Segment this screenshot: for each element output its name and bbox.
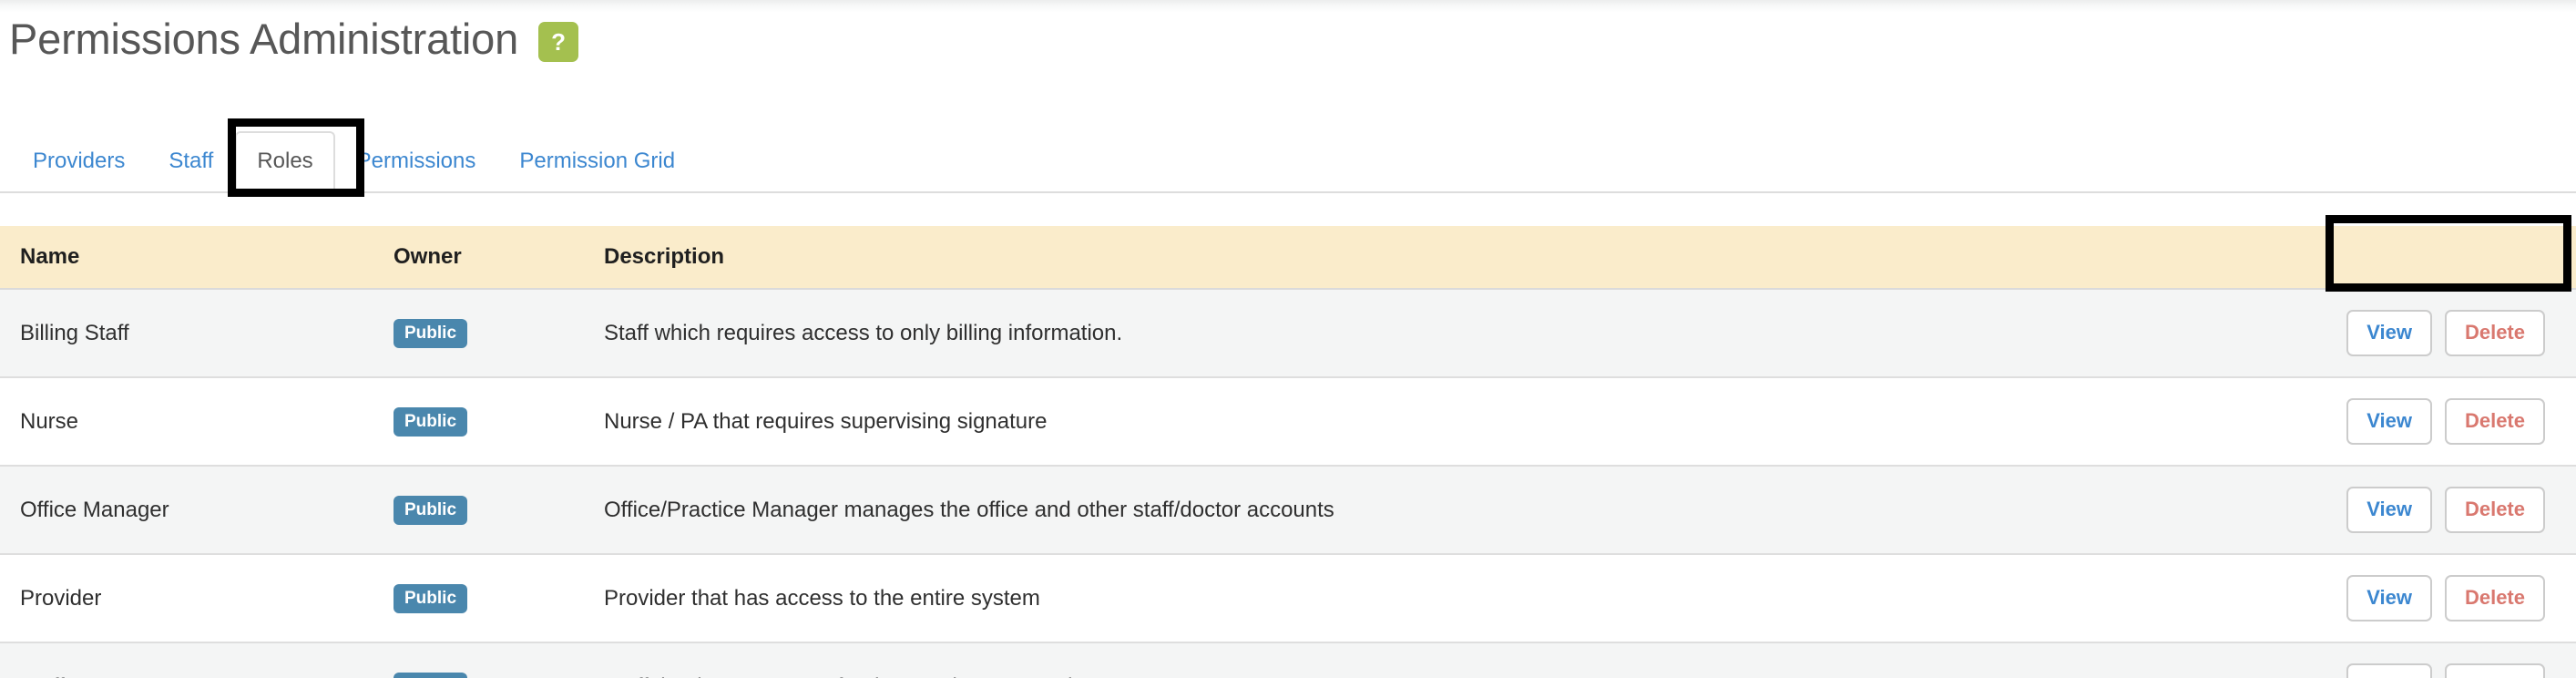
cell-role-description: Staff which requires access to only bill… [588, 289, 2227, 378]
tab-permission-grid[interactable]: Permission Grid [497, 131, 697, 191]
row-action-group: View Delete [2238, 575, 2565, 622]
cell-row-actions: View Delete [2227, 377, 2576, 467]
tab-providers[interactable]: Providers [11, 131, 147, 191]
cell-role-name: Staff [0, 642, 383, 678]
roles-table-container: Name Owner Description Billing Staff Publ… [0, 226, 2576, 678]
tab-list: Providers Staff Roles Permissions Permission… [11, 124, 697, 193]
column-header-actions [2227, 226, 2576, 290]
cell-role-description: Nurse / PA that requires supervising sig… [588, 377, 2227, 467]
page-header: Permissions Administration ? [9, 15, 579, 64]
delete-button[interactable]: Delete [2444, 310, 2545, 356]
page-title: Permissions Administration [9, 15, 519, 64]
delete-button[interactable]: Delete [2444, 398, 2545, 445]
roles-table-body: Billing Staff Public Staff which requires … [0, 289, 2576, 678]
cell-role-description: Provider that has access to the entire s… [588, 554, 2227, 643]
cell-role-owner: Public [383, 642, 588, 678]
table-row: Billing Staff Public Staff which requires … [0, 289, 2576, 378]
view-button[interactable]: View [2346, 487, 2432, 533]
tab-permissions[interactable]: Permissions [335, 131, 498, 191]
row-action-group: View Delete [2238, 487, 2565, 533]
cell-role-owner: Public [383, 289, 588, 378]
tab-bar: Providers Staff Roles Permissions Permission… [0, 124, 2576, 193]
roles-table-head: Name Owner Description [0, 226, 2576, 290]
view-button[interactable]: View [2346, 663, 2432, 678]
cell-role-name: Office Manager [0, 466, 383, 555]
view-button[interactable]: View [2346, 575, 2432, 622]
view-button[interactable]: View [2346, 398, 2432, 445]
cell-role-owner: Public [383, 377, 588, 467]
table-header-row: Name Owner Description [0, 226, 2576, 290]
cell-role-name: Provider [0, 554, 383, 643]
row-action-group: View Delete [2238, 398, 2565, 445]
tab-roles[interactable]: Roles [235, 131, 335, 193]
column-header-owner: Owner [383, 226, 588, 290]
cell-role-name: Billing Staff [0, 289, 383, 378]
delete-button[interactable]: Delete [2444, 487, 2545, 533]
help-icon[interactable]: ? [538, 22, 579, 62]
view-button[interactable]: View [2346, 310, 2432, 356]
column-header-description: Description [588, 226, 2227, 290]
status-badge: Public [394, 495, 468, 525]
table-row: Staff Public Staff that has access to fund… [0, 642, 2576, 678]
table-row: Office Manager Public Office/Practice Mana… [0, 466, 2576, 555]
cell-row-actions: View Delete [2227, 466, 2576, 555]
cell-role-description: Office/Practice Manager manages the offi… [588, 466, 2227, 555]
roles-table: Name Owner Description Billing Staff Publ… [0, 226, 2576, 678]
status-badge: Public [394, 318, 468, 348]
top-gradient-strip [0, 0, 2576, 13]
status-badge: Public [394, 406, 468, 437]
row-action-group: View Delete [2238, 663, 2565, 678]
cell-role-name: Nurse [0, 377, 383, 467]
status-badge: Public [394, 583, 468, 613]
delete-button[interactable]: Delete [2444, 575, 2545, 622]
status-badge: Public [394, 672, 468, 678]
cell-role-description: Staff that has access to fundamental sys… [588, 642, 2227, 678]
cell-row-actions: View Delete [2227, 642, 2576, 678]
row-action-group: View Delete [2238, 310, 2565, 356]
tab-staff[interactable]: Staff [147, 131, 235, 191]
table-row: Nurse Public Nurse / PA that requires supe… [0, 377, 2576, 467]
cell-row-actions: View Delete [2227, 289, 2576, 378]
table-row: Provider Public Provider that has access t… [0, 554, 2576, 643]
permissions-administration-page: Permissions Administration ? Providers St… [0, 0, 2576, 678]
cell-row-actions: View Delete [2227, 554, 2576, 643]
delete-button[interactable]: Delete [2444, 663, 2545, 678]
cell-role-owner: Public [383, 554, 588, 643]
cell-role-owner: Public [383, 466, 588, 555]
column-header-name: Name [0, 226, 383, 290]
